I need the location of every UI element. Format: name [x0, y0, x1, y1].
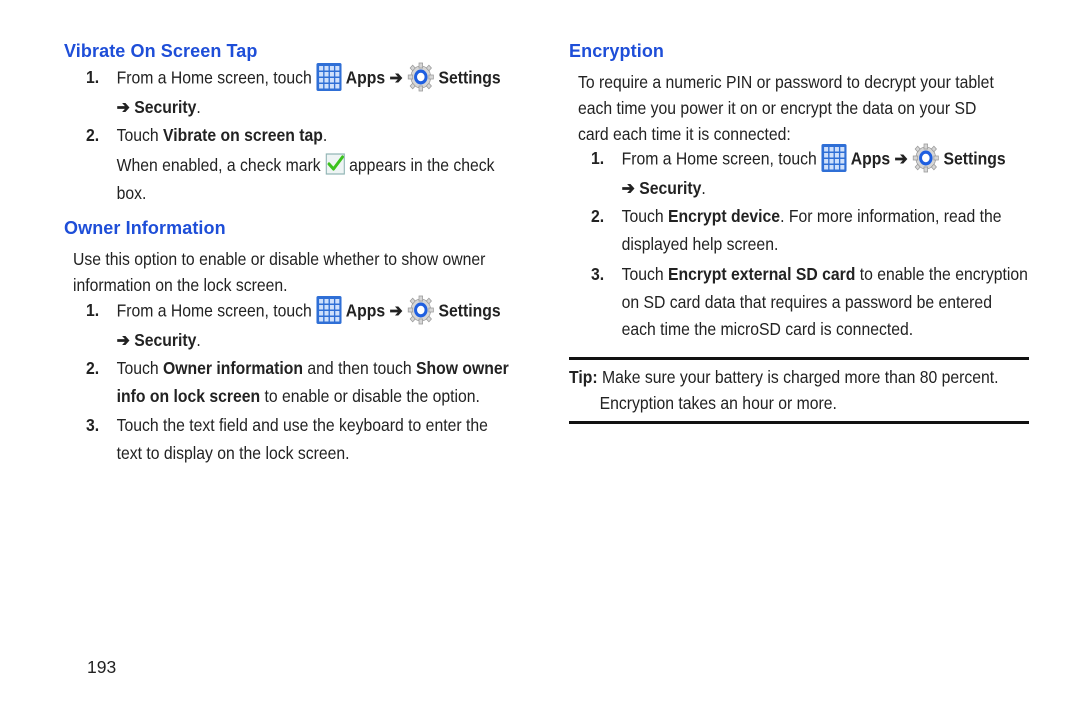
step-number: 2.: [86, 358, 100, 378]
apps-icon: [316, 63, 341, 91]
section-heading-vibrate: Vibrate On Screen Tap: [64, 41, 258, 61]
arrow-icon: ➔: [116, 97, 130, 117]
tip-divider-top: [569, 357, 1029, 360]
encryption-intro: To require a numeric PIN or password to …: [578, 72, 994, 144]
step-number: 2.: [591, 206, 605, 226]
apps-icon: [316, 296, 341, 324]
arrow-icon: ➔: [116, 330, 130, 350]
vibrate-note: When enabled, a check mark appears in th…: [116, 153, 495, 203]
checkmark-icon: [325, 153, 345, 175]
encryption-step-1: 1. From a Home screen, touch Apps ➔ Sett…: [591, 145, 1014, 205]
owner-step-2: 2. Touch Owner information and then touc…: [86, 355, 509, 415]
settings-gear-icon: [407, 295, 434, 325]
step-number: 2.: [86, 125, 100, 145]
settings-gear-icon: [912, 143, 939, 173]
tip-divider-bottom: [569, 421, 1029, 424]
tip-label: Tip:: [569, 367, 598, 387]
section-heading-encryption: Encryption: [569, 41, 665, 61]
step-number: 1.: [86, 300, 100, 320]
arrow-icon: ➔: [894, 148, 908, 169]
encryption-step-3: 3. Touch Encrypt external SD card to ena…: [591, 261, 1028, 351]
step-number: 1.: [591, 148, 605, 168]
page-number: 193: [87, 657, 117, 677]
apps-icon: [821, 144, 846, 172]
section-heading-owner: Owner Information: [64, 218, 226, 238]
step-number: 3.: [86, 415, 100, 435]
owner-intro: Use this option to enable or disable whe…: [73, 249, 486, 295]
arrow-icon: ➔: [389, 300, 403, 321]
vibrate-step-2: 2. Touch Vibrate on screen tap.: [86, 122, 509, 152]
arrow-icon: ➔: [621, 178, 635, 198]
step-number: 1.: [86, 67, 100, 87]
vibrate-step-1: 1. From a Home screen, touch Apps ➔ Sett…: [86, 64, 509, 124]
owner-step-1: 1. From a Home screen, touch Apps ➔ Sett…: [86, 297, 509, 357]
arrow-icon: ➔: [389, 67, 403, 88]
step-number: 3.: [591, 264, 605, 284]
owner-step-3: 3. Touch the text field and use the keyb…: [86, 412, 509, 472]
settings-gear-icon: [407, 62, 434, 92]
encryption-step-2: 2. Touch Encrypt device. For more inform…: [591, 203, 1014, 263]
tip-box: Tip: Make sure your battery is charged m…: [569, 367, 999, 413]
